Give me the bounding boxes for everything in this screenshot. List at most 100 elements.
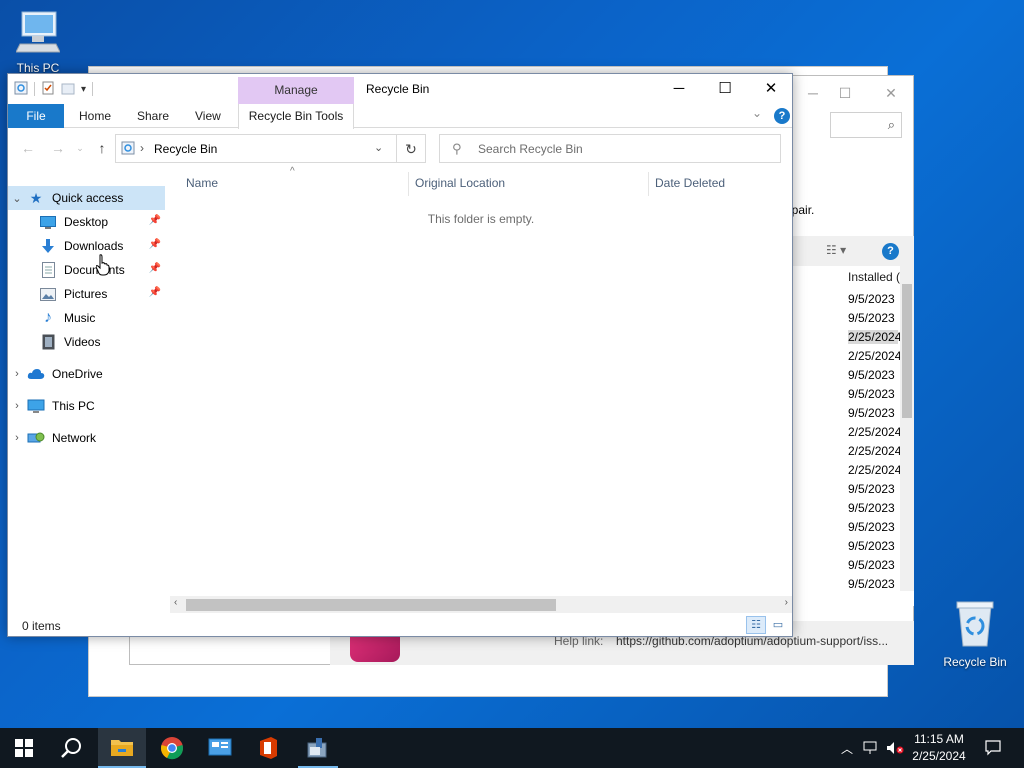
scroll-right-icon[interactable]: › (785, 597, 788, 608)
taskbar-chrome[interactable] (148, 728, 196, 768)
bg-minimize-button[interactable]: ─ (798, 82, 828, 104)
bg-list-row[interactable]: 9/5/2023 (848, 539, 898, 553)
chevron-right-icon[interactable]: › (8, 432, 26, 444)
bg-list-row[interactable]: 2/25/2024 (848, 444, 901, 458)
address-bar[interactable]: › Recycle Bin ⌄ (115, 134, 397, 163)
desktop-icon-recycle-bin[interactable]: Recycle Bin (937, 600, 1013, 669)
nav-downloads[interactable]: Downloads 📌 (8, 234, 165, 258)
volume-muted-icon[interactable] (884, 728, 906, 768)
tab-file[interactable]: File (8, 104, 64, 128)
bg-list-row[interactable]: 9/5/2023 (848, 311, 898, 325)
horizontal-scrollbar[interactable]: ‹ › (170, 596, 792, 613)
nav-this-pc[interactable]: › This PC (8, 394, 165, 418)
expand-ribbon-icon[interactable]: ⌄ (752, 106, 762, 120)
show-hidden-icons-chevron-icon[interactable]: ︿ (838, 728, 856, 768)
nav-network[interactable]: › Network (8, 426, 165, 450)
file-list-pane[interactable]: ^ Name Original Location Date Deleted Th… (168, 166, 788, 596)
pin-icon[interactable]: 📌 (149, 287, 161, 298)
properties-icon[interactable] (41, 81, 55, 98)
bg-close-button[interactable]: ✕ (876, 82, 906, 104)
bg-list-row[interactable]: 9/5/2023 (848, 482, 898, 496)
chevron-right-icon[interactable]: › (8, 400, 26, 412)
breadcrumb[interactable]: Recycle Bin (154, 142, 217, 156)
column-header-date-deleted[interactable]: Date Deleted (655, 176, 725, 190)
pin-icon[interactable]: 📌 (149, 263, 161, 274)
taskbar-file-explorer[interactable] (98, 728, 146, 768)
bg-list-row[interactable]: 9/5/2023 (848, 292, 898, 306)
nav-onedrive[interactable]: › OneDrive (8, 362, 165, 386)
details-view-icon[interactable]: ☷ (746, 616, 766, 634)
breadcrumb-chevron-icon[interactable]: › (140, 141, 144, 155)
tab-home[interactable]: Home (79, 104, 111, 128)
nav-desktop[interactable]: Desktop 📌 (8, 210, 165, 234)
view-options-icon[interactable]: ☷ ▾ (826, 243, 846, 257)
forward-arrow-icon[interactable]: → (48, 138, 68, 158)
pin-icon[interactable]: 📌 (149, 215, 161, 226)
tab-share[interactable]: Share (137, 104, 169, 128)
tab-view[interactable]: View (195, 104, 221, 128)
bg-list-row[interactable]: 9/5/2023 (848, 368, 898, 382)
taskbar-search-button[interactable] (48, 728, 96, 768)
search-input[interactable] (478, 140, 768, 158)
refresh-button[interactable]: ↻ (397, 134, 426, 163)
bg-list-row[interactable]: 9/5/2023 (848, 387, 898, 401)
chevron-down-icon[interactable]: ⌄ (374, 141, 383, 154)
minimize-button[interactable]: ─ (656, 74, 702, 104)
nav-music[interactable]: ♪ Music (8, 306, 165, 330)
bg-list-row[interactable]: 9/5/2023 (848, 520, 898, 534)
tab-manage[interactable]: Manage (238, 77, 354, 104)
nav-quick-access[interactable]: ⌄ ★ Quick access (8, 186, 165, 210)
divider[interactable] (408, 172, 409, 196)
help-icon[interactable]: ? (774, 108, 790, 124)
new-folder-icon[interactable] (61, 81, 75, 98)
search-box[interactable]: ⚲ (439, 134, 781, 163)
bg-maximize-button[interactable]: ☐ (830, 82, 860, 104)
action-center-icon[interactable] (976, 728, 1010, 768)
bg-list-row[interactable]: 2/25/2024 (848, 463, 901, 477)
nav-label: Downloads (64, 239, 124, 253)
bg-column-header[interactable]: Installed ( (848, 270, 900, 284)
tab-recycle-bin-tools[interactable]: Recycle Bin Tools (238, 104, 354, 129)
nav-videos[interactable]: Videos (8, 330, 165, 354)
chevron-right-icon[interactable]: › (8, 368, 26, 380)
bg-list-row[interactable]: 2/25/2024 (848, 349, 901, 363)
maximize-button[interactable]: ☐ (702, 74, 748, 104)
column-header-name[interactable]: Name (186, 176, 218, 190)
bg-list-row[interactable]: 9/5/2023 (848, 558, 898, 572)
scroll-left-icon[interactable]: ‹ (174, 597, 177, 608)
bg-scroll-thumb[interactable] (902, 284, 912, 418)
scroll-thumb[interactable] (186, 599, 556, 611)
bg-list-row[interactable]: 2/25/2024 (848, 330, 901, 344)
chevron-down-icon[interactable]: ⌄ (8, 192, 26, 205)
bg-list-row[interactable]: 2/25/2024 (848, 425, 901, 439)
close-button[interactable]: ✕ (748, 74, 794, 104)
file-explorer-window[interactable]: ▾ Manage Recycle Bin ─ ☐ ✕ File Home Sha… (7, 73, 793, 637)
bg-installed-list[interactable]: Installed ( 9/5/2023 9/5/2023 2/25/2024 2/2… (790, 266, 914, 606)
divider[interactable] (648, 172, 649, 196)
bg-toolbar: ☷ ▾ ? (790, 236, 914, 266)
taskbar-control-panel[interactable] (196, 728, 244, 768)
taskbar-installer[interactable] (294, 728, 342, 768)
network-status-icon[interactable] (860, 728, 882, 768)
up-arrow-icon[interactable]: ↑ (92, 138, 112, 158)
navigation-pane[interactable]: ⌄ ★ Quick access Desktop 📌 Downloads 📌 D… (8, 184, 166, 514)
system-clock[interactable]: 11:15 AM 2/25/2024 (905, 731, 973, 765)
bg-vertical-scrollbar[interactable] (900, 266, 914, 591)
bg-list-row[interactable]: 9/5/2023 (848, 406, 898, 420)
bg-list-row[interactable]: 9/5/2023 (848, 577, 898, 591)
column-header-original-location[interactable]: Original Location (415, 176, 505, 190)
title-bar[interactable]: ▾ Manage Recycle Bin ─ ☐ ✕ (8, 74, 792, 104)
bg-search-box[interactable]: ⌕ (830, 112, 902, 138)
nav-pictures[interactable]: Pictures 📌 (8, 282, 165, 306)
nav-documents[interactable]: Documents 📌 (8, 258, 165, 282)
bg-list-row[interactable]: 9/5/2023 (848, 501, 898, 515)
pin-icon[interactable]: 📌 (149, 239, 161, 250)
large-icons-view-icon[interactable]: ▭ (768, 616, 788, 634)
help-icon[interactable]: ? (882, 243, 899, 260)
taskbar-office[interactable] (244, 728, 292, 768)
customize-qat-icon[interactable]: ▾ (81, 84, 86, 95)
back-arrow-icon[interactable]: ← (18, 138, 38, 158)
desktop-icon-this-pc[interactable]: This PC (0, 8, 76, 75)
recent-locations-icon[interactable]: ⌄ (70, 138, 90, 158)
start-button[interactable] (0, 728, 48, 768)
